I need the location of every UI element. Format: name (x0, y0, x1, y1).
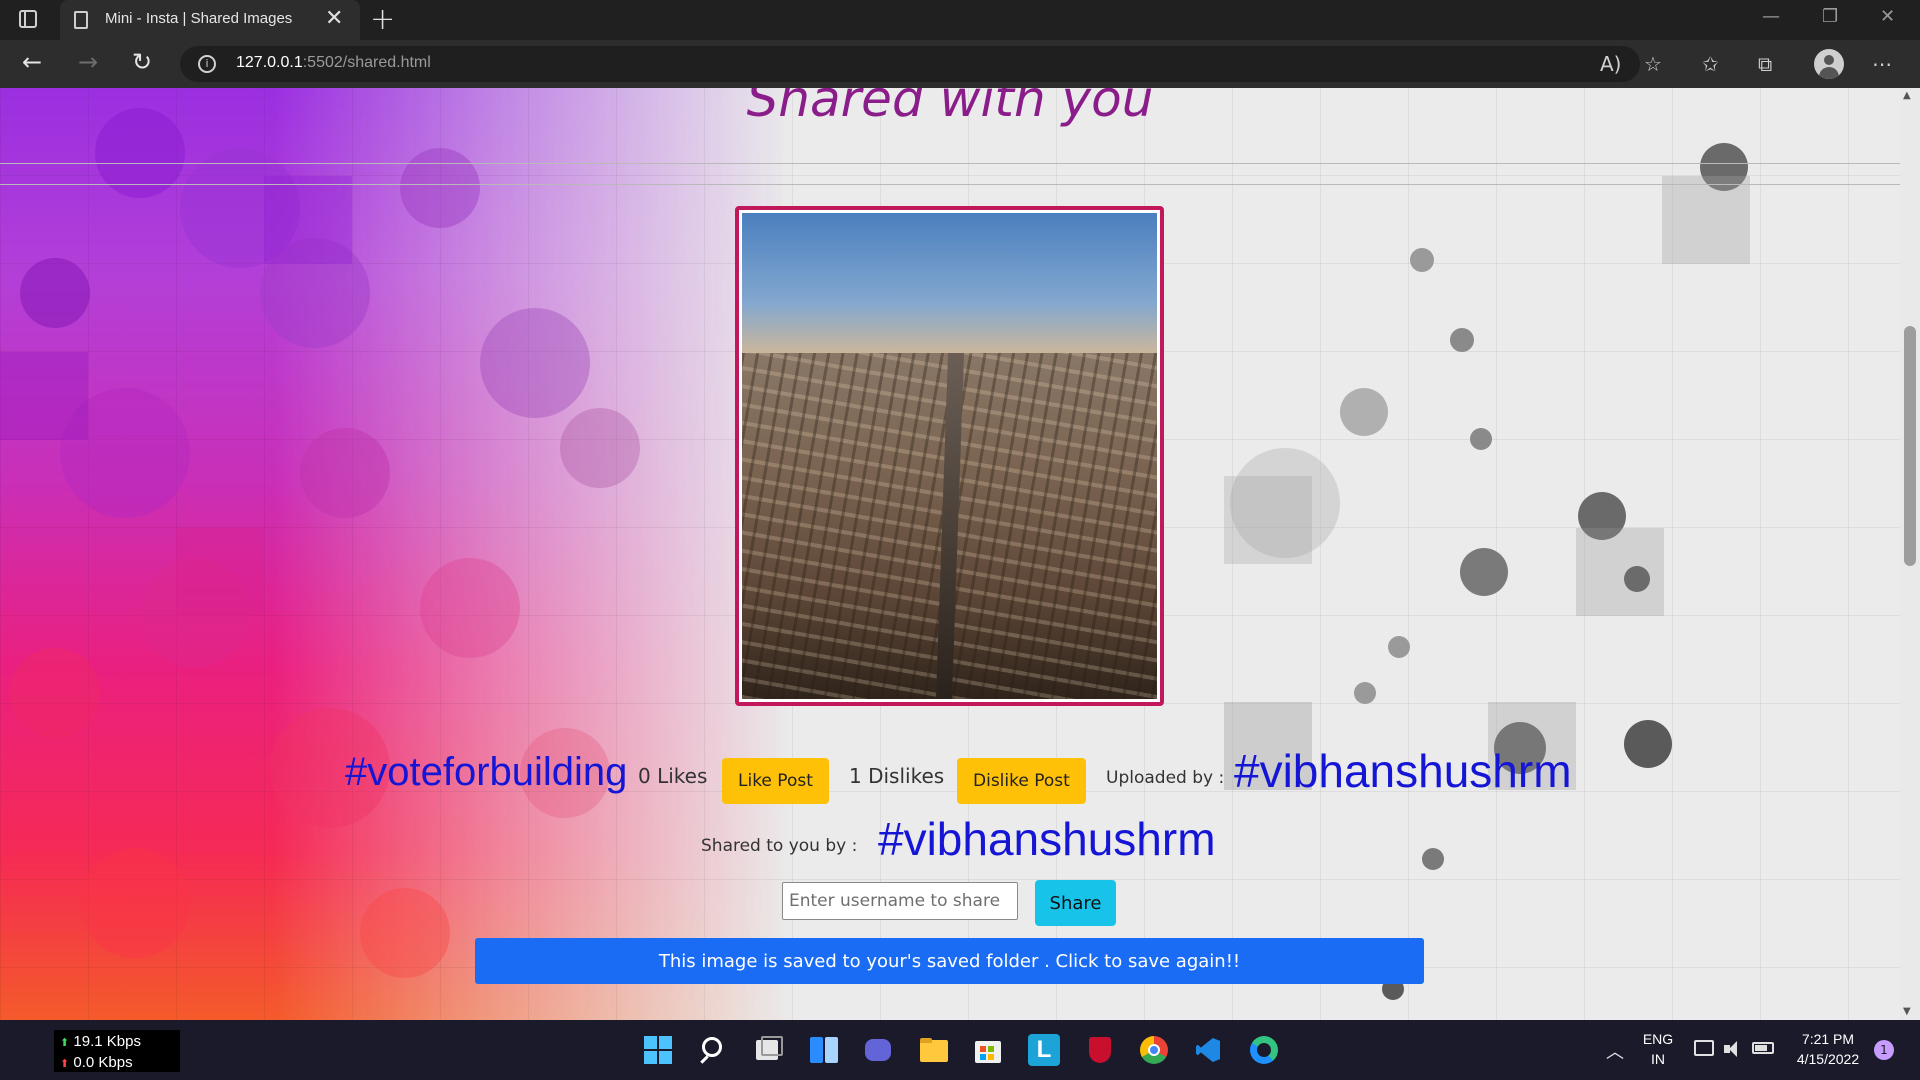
sharer-username[interactable]: #vibhanshushrm (878, 812, 1216, 866)
scrollbar-thumb[interactable] (1904, 326, 1916, 566)
net-down-speed: 0.0 Kbps (73, 1054, 133, 1071)
page-icon (74, 11, 88, 29)
notification-badge[interactable]: 1 (1874, 1040, 1894, 1060)
start-icon[interactable] (642, 1034, 674, 1066)
likes-count: 0 Likes (638, 764, 708, 788)
battery-icon[interactable] (1752, 1042, 1774, 1054)
site-info-icon[interactable]: i (198, 55, 216, 73)
restore-icon[interactable]: ❐ (1822, 6, 1838, 27)
tab-title: Mini - Insta | Shared Images (105, 10, 293, 27)
widgets-icon[interactable] (808, 1034, 840, 1066)
search-icon[interactable] (698, 1034, 730, 1066)
language-bottom[interactable]: IN (1638, 1051, 1678, 1067)
tray-expand-icon[interactable]: ︿ (1606, 1038, 1624, 1064)
net-up-speed: 19.1 Kbps (73, 1033, 141, 1050)
dislikes-count: 1 Dislikes (849, 764, 945, 788)
clock-date[interactable]: 4/15/2022 (1790, 1051, 1866, 1067)
divider-bottom (0, 184, 1900, 185)
store-icon[interactable] (972, 1034, 1004, 1066)
photo-sky (742, 213, 1157, 363)
chat-icon[interactable] (862, 1034, 894, 1066)
page-title: Shared with you (746, 88, 1154, 128)
favorites-icon[interactable]: ✩ (1702, 52, 1719, 76)
shared-by-label: Shared to you by : (701, 836, 858, 856)
vscode-icon[interactable] (1192, 1034, 1224, 1066)
chrome-icon[interactable] (1138, 1034, 1170, 1066)
uploaded-by-label: Uploaded by : (1106, 768, 1225, 788)
edge-icon[interactable] (1248, 1034, 1280, 1066)
url-host: 127.0.0.1 (236, 54, 303, 71)
download-arrow-icon: ⬆ (60, 1058, 70, 1070)
language-top[interactable]: ENG (1638, 1031, 1678, 1047)
url-path: :5502/shared.html (302, 54, 431, 71)
share-button[interactable]: Share (1035, 880, 1116, 926)
more-menu-icon[interactable]: ⋯ (1872, 52, 1892, 76)
mcafee-icon[interactable] (1084, 1034, 1116, 1066)
url-text[interactable]: 127.0.0.1:5502/shared.html (236, 54, 431, 72)
clock-time[interactable]: 7:21 PM (1790, 1031, 1866, 1047)
browser-tab-active[interactable]: Mini - Insta | Shared Images ✕ (60, 0, 360, 40)
page-viewport: Shared with you #voteforbuilding 0 Likes… (0, 88, 1920, 1020)
read-aloud-icon[interactable]: A) (1600, 52, 1621, 76)
scroll-down-icon[interactable]: ▼ (1903, 1006, 1911, 1017)
scroll-up-icon[interactable]: ▲ (1903, 90, 1911, 101)
dislike-post-button[interactable]: Dislike Post (957, 758, 1086, 804)
like-post-button[interactable]: Like Post (722, 758, 829, 804)
upload-arrow-icon: ⬆ (60, 1037, 70, 1049)
address-bar: ← → ↻ i 127.0.0.1:5502/shared.html A) ☆ … (0, 40, 1920, 88)
file-explorer-icon[interactable] (918, 1034, 950, 1066)
task-view-icon[interactable] (752, 1034, 784, 1066)
share-username-input[interactable] (782, 882, 1018, 920)
profile-avatar-icon[interactable] (1814, 49, 1844, 79)
uploader-username[interactable]: #vibhanshushrm (1234, 744, 1572, 798)
post-hashtag[interactable]: #voteforbuilding (345, 750, 627, 795)
window-close-icon[interactable]: ✕ (1880, 6, 1895, 27)
minimize-icon[interactable]: — (1762, 6, 1780, 27)
l-app-letter: L (1036, 1036, 1052, 1063)
collections-icon[interactable]: ⧉ (1758, 52, 1772, 76)
tab-actions-icon[interactable] (18, 10, 40, 30)
l-app-icon[interactable]: L (1028, 1034, 1060, 1066)
shared-photo-frame (735, 206, 1164, 706)
add-favorite-icon[interactable]: ☆ (1644, 52, 1662, 76)
tab-close-icon[interactable]: ✕ (325, 6, 343, 31)
volume-icon[interactable] (1724, 1040, 1742, 1058)
divider-top (0, 163, 1900, 164)
back-icon[interactable]: ← (22, 48, 42, 76)
browser-tab-bar: Mini - Insta | Shared Images ✕ + — ❐ ✕ (0, 0, 1920, 40)
save-again-button[interactable]: This image is saved to your's saved fold… (475, 938, 1424, 984)
url-box[interactable]: i 127.0.0.1:5502/shared.html (180, 46, 1640, 82)
reload-icon[interactable]: ↻ (132, 48, 152, 76)
forward-icon[interactable]: → (78, 48, 98, 76)
network-monitor: ⬆ 19.1 Kbps ⬆ 0.0 Kbps (54, 1030, 180, 1072)
new-tab-button[interactable]: + (370, 2, 395, 37)
network-icon[interactable] (1694, 1040, 1714, 1056)
windows-taskbar: ⬆ 19.1 Kbps ⬆ 0.0 Kbps L ︿ ENG IN 7:21 P… (0, 1020, 1920, 1080)
shared-photo (742, 213, 1157, 699)
